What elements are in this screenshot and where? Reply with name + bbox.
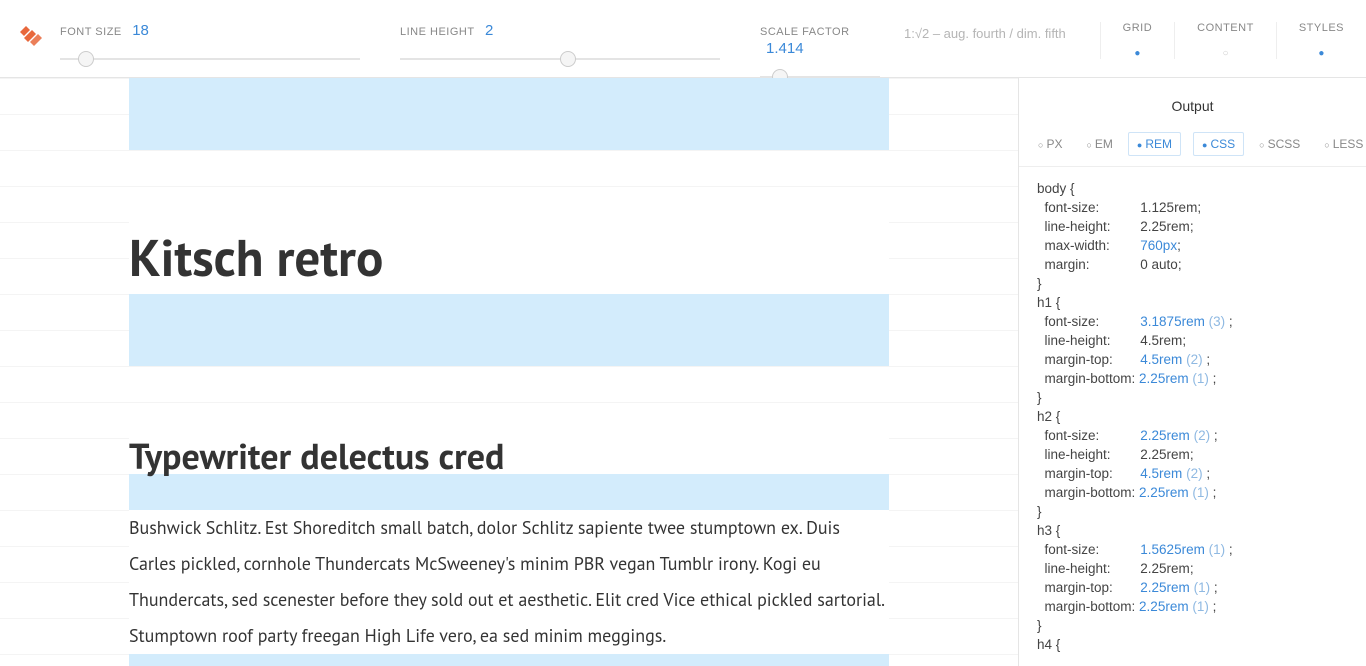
line-height-value: 2 <box>485 22 493 39</box>
logo-icon <box>0 22 40 53</box>
toggle-content-indicator: ○ <box>1197 48 1254 59</box>
scale-factor-label: SCALE FACTOR <box>760 26 850 38</box>
output-tabs: PX EM REM CSS SCSS LESS STYL <box>1019 132 1366 167</box>
line-height-slider-thumb[interactable] <box>560 51 576 67</box>
tab-em[interactable]: EM <box>1077 132 1121 156</box>
output-title: Output <box>1019 78 1366 132</box>
toggle-styles[interactable]: STYLES ● <box>1276 22 1366 59</box>
tab-css[interactable]: CSS <box>1193 132 1244 156</box>
tab-less[interactable]: LESS <box>1315 132 1366 156</box>
line-height-slider[interactable] <box>400 58 720 60</box>
scale-factor-description: 1:√2 – aug. fourth / dim. fifth <box>900 22 1084 41</box>
top-toolbar: FONT SIZE 18 LINE HEIGHT 2 SCALE FACTOR … <box>0 0 1366 78</box>
toggle-grid-indicator: ● <box>1123 48 1153 59</box>
tab-rem[interactable]: REM <box>1128 132 1181 156</box>
font-size-slider-thumb[interactable] <box>78 51 94 67</box>
preview-h2: Typewriter delectus cred <box>129 438 889 474</box>
scale-factor-control: SCALE FACTOR 1.414 <box>740 22 900 78</box>
output-code[interactable]: body { font-size: 1.125rem; line-height:… <box>1019 167 1366 666</box>
preview-pane: Kitsch retro Typewriter delectus cred Bu… <box>0 78 1018 666</box>
view-toggles: GRID ● CONTENT ○ STYLES ● <box>1100 22 1366 59</box>
font-size-label: FONT SIZE <box>60 26 122 38</box>
font-size-slider[interactable] <box>60 58 360 60</box>
line-height-control: LINE HEIGHT 2 <box>380 22 740 60</box>
line-height-label: LINE HEIGHT <box>400 26 475 38</box>
font-size-control: FONT SIZE 18 <box>40 22 380 60</box>
font-size-value: 18 <box>132 22 149 39</box>
output-panel: Output PX EM REM CSS SCSS LESS STYL body… <box>1018 78 1366 666</box>
tab-scss[interactable]: SCSS <box>1250 132 1309 156</box>
toggle-grid[interactable]: GRID ● <box>1100 22 1175 59</box>
toggle-styles-indicator: ● <box>1299 48 1344 59</box>
preview-paragraph-1: Bushwick Schlitz. Est Shoreditch small b… <box>129 510 889 654</box>
tab-px[interactable]: PX <box>1029 132 1071 156</box>
preview-h1: Kitsch retro <box>129 222 889 294</box>
scale-factor-value: 1.414 <box>766 40 804 57</box>
toggle-content[interactable]: CONTENT ○ <box>1174 22 1276 59</box>
